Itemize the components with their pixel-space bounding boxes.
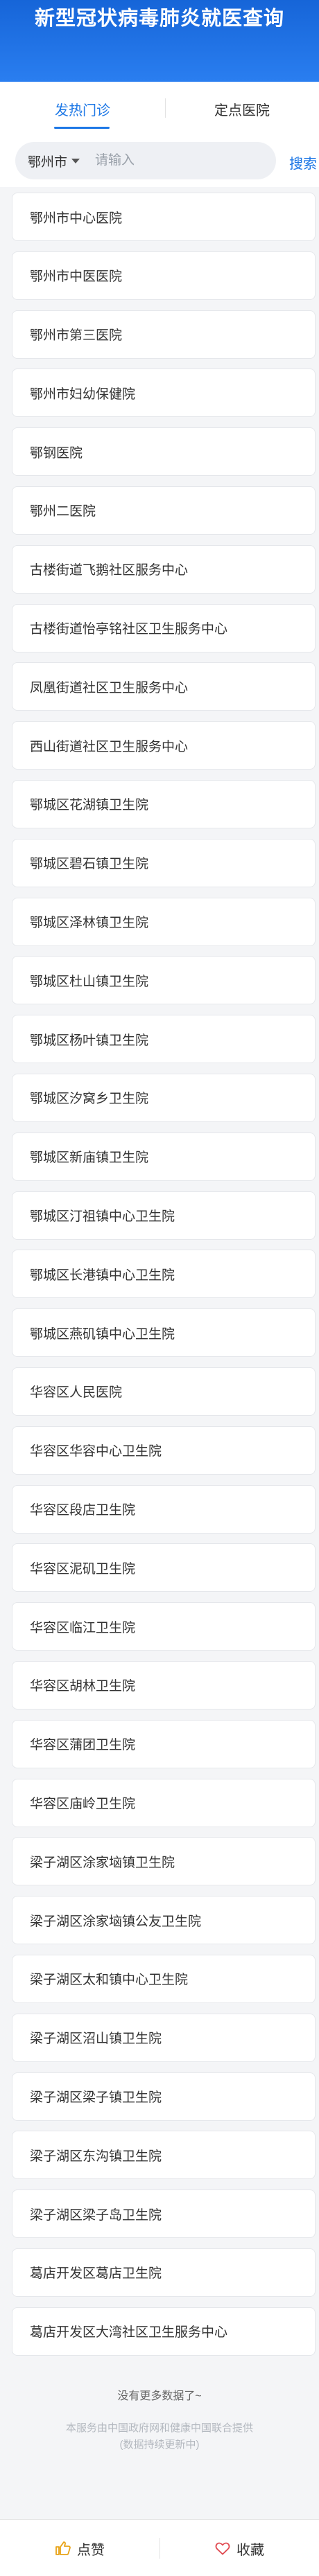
hospital-name: 鄂城区新庙镇卫生院 bbox=[30, 1151, 149, 1166]
thumbs-up-icon bbox=[55, 2541, 71, 2555]
hospital-name: 梁子湖区太和镇中心卫生院 bbox=[30, 1973, 189, 1988]
hospital-list-item[interactable]: 鄂城区燕矶镇中心卫生院 bbox=[12, 1308, 316, 1358]
hospital-name: 华容区蒲团卫生院 bbox=[30, 1738, 136, 1753]
hospital-list-item[interactable]: 鄂州市第三医院 bbox=[12, 310, 316, 359]
chevron-down-icon bbox=[71, 158, 80, 163]
city-selector[interactable]: 鄂州市 bbox=[28, 152, 80, 170]
search-input[interactable] bbox=[95, 153, 234, 168]
active-tab-indicator bbox=[54, 127, 110, 129]
hospital-name: 鄂州市妇幼保健院 bbox=[30, 387, 136, 402]
hospital-name: 葛店开发区大湾社区卫生服务中心 bbox=[30, 2325, 228, 2340]
hospital-list-item[interactable]: 梁子湖区东沟镇卫生院 bbox=[12, 2131, 316, 2180]
hospital-list-item[interactable]: 梁子湖区涂家垴镇卫生院 bbox=[12, 1837, 316, 1886]
hospital-name: 华容区临江卫生院 bbox=[30, 1620, 136, 1635]
hospital-list-item[interactable]: 梁子湖区涂家垴镇公友卫生院 bbox=[12, 1896, 316, 1945]
search-button[interactable]: 搜索 bbox=[289, 152, 317, 172]
hospital-name: 梁子湖区涂家垴镇公友卫生院 bbox=[30, 1914, 202, 1929]
page-header: 新型冠状病毒肺炎就医查询 bbox=[0, 0, 319, 82]
hospital-list-item[interactable]: 葛店开发区葛店卫生院 bbox=[12, 2248, 316, 2297]
update-note: (数据持续更新中) bbox=[119, 2439, 200, 2451]
bottom-bar: 点赞 收藏 bbox=[0, 2519, 319, 2576]
hospital-name: 华容区段店卫生院 bbox=[30, 1503, 136, 1518]
hospital-name: 华容区胡林卫生院 bbox=[30, 1679, 136, 1694]
hospital-name: 鄂州市中心医院 bbox=[30, 211, 123, 226]
hospital-name: 梁子湖区梁子岛卫生院 bbox=[30, 2208, 162, 2223]
hospital-list-item[interactable]: 华容区蒲团卫生院 bbox=[12, 1719, 316, 1768]
hospital-name: 西山街道社区卫生服务中心 bbox=[30, 739, 189, 754]
hospital-list-item[interactable]: 鄂州二医院 bbox=[12, 486, 316, 535]
hospital-list-item[interactable]: 西山街道社区卫生服务中心 bbox=[12, 721, 316, 770]
like-button[interactable]: 点赞 bbox=[0, 2520, 160, 2576]
hospital-list-item[interactable]: 梁子湖区太和镇中心卫生院 bbox=[12, 1954, 316, 2003]
city-label: 鄂州市 bbox=[28, 154, 68, 170]
hospital-name: 鄂城区长港镇中心卫生院 bbox=[30, 1268, 175, 1283]
hospital-name: 鄂城区花湖镇卫生院 bbox=[30, 798, 149, 813]
no-more-text: 没有更多数据了~ bbox=[117, 2390, 202, 2402]
hospital-list-item[interactable]: 华容区临江卫生院 bbox=[12, 1602, 316, 1651]
hospital-list-item[interactable]: 华容区段店卫生院 bbox=[12, 1484, 316, 1534]
favorite-label: 收藏 bbox=[236, 2542, 264, 2558]
search-box: 鄂州市 bbox=[15, 142, 276, 179]
hospital-name: 华容区人民医院 bbox=[30, 1385, 123, 1401]
hospital-list-item[interactable]: 鄂城区杜山镇卫生院 bbox=[12, 956, 316, 1005]
hospital-name: 华容区泥矶卫生院 bbox=[30, 1561, 136, 1576]
hospital-name: 鄂城区杨叶镇卫生院 bbox=[30, 1033, 149, 1048]
hospital-name: 葛店开发区葛店卫生院 bbox=[30, 2266, 162, 2282]
hospital-list-item[interactable]: 凤凰街道社区卫生服务中心 bbox=[12, 662, 316, 711]
hospital-name: 鄂城区汀祖镇中心卫生院 bbox=[30, 1209, 175, 1225]
hospital-name: 鄂州二医院 bbox=[30, 504, 96, 519]
hospital-name: 鄂城区泽林镇卫生院 bbox=[30, 916, 149, 931]
hospital-list-item[interactable]: 鄂城区汀祖镇中心卫生院 bbox=[12, 1191, 316, 1240]
hospital-name: 鄂州市第三医院 bbox=[30, 328, 123, 344]
hospital-name: 梁子湖区东沟镇卫生院 bbox=[30, 2149, 162, 2164]
tab-designated-hospital[interactable]: 定点医院 bbox=[165, 82, 319, 136]
hospital-name: 鄂州市中医医院 bbox=[30, 269, 123, 285]
heart-icon bbox=[215, 2542, 230, 2555]
hospital-list-item[interactable]: 华容区人民医院 bbox=[12, 1367, 316, 1416]
hospital-name: 梁子湖区梁子镇卫生院 bbox=[30, 2090, 162, 2105]
hospital-list-item[interactable]: 华容区胡林卫生院 bbox=[12, 1660, 316, 1709]
page-title: 新型冠状病毒肺炎就医查询 bbox=[34, 8, 284, 30]
hospital-name: 凤凰街道社区卫生服务中心 bbox=[30, 680, 189, 695]
hospital-name: 鄂城区碧石镇卫生院 bbox=[30, 857, 149, 872]
hospital-list-item[interactable]: 鄂州市中心医院 bbox=[12, 193, 316, 241]
source-line: 本服务由中国政府网和健康中国联合提供 bbox=[65, 2422, 253, 2434]
favorite-button[interactable]: 收藏 bbox=[160, 2520, 319, 2576]
hospital-list-item[interactable]: 梁子湖区梁子镇卫生院 bbox=[12, 2072, 316, 2121]
hospital-list-item[interactable]: 鄂城区杨叶镇卫生院 bbox=[12, 1015, 316, 1064]
hospital-list-item[interactable]: 华容区华容中心卫生院 bbox=[12, 1425, 316, 1475]
hospital-list-item[interactable]: 梁子湖区沼山镇卫生院 bbox=[12, 2013, 316, 2062]
hospital-list-item[interactable]: 鄂城区花湖镇卫生院 bbox=[12, 779, 316, 828]
hospital-name: 鄂城区杜山镇卫生院 bbox=[30, 974, 149, 989]
hospital-name: 古楼街道怡亭铭社区卫生服务中心 bbox=[30, 622, 228, 637]
hospital-name: 鄂钢医院 bbox=[30, 445, 83, 461]
hospital-list-item[interactable]: 梁子湖区梁子岛卫生院 bbox=[12, 2189, 316, 2239]
hospital-list-item[interactable]: 鄂州市妇幼保健院 bbox=[12, 368, 316, 418]
hospital-list-item[interactable]: 鄂城区长港镇中心卫生院 bbox=[12, 1250, 316, 1299]
hospital-list-item[interactable]: 鄂城区汐窝乡卫生院 bbox=[12, 1073, 316, 1122]
hospital-name: 古楼街道飞鹅社区服务中心 bbox=[30, 563, 189, 578]
hospital-list-item[interactable]: 古楼街道飞鹅社区服务中心 bbox=[12, 544, 316, 594]
hospital-list-item[interactable]: 鄂州市中医医院 bbox=[12, 251, 316, 300]
hospital-list-item[interactable]: 鄂城区泽林镇卫生院 bbox=[12, 897, 316, 946]
hospital-list-item[interactable]: 华容区泥矶卫生院 bbox=[12, 1543, 316, 1592]
hospital-list: 鄂州市中心医院 鄂州市中医医院 鄂州市第三医院 鄂州市妇幼保健院 鄂钢医院鄂州二医院古楼… bbox=[12, 193, 316, 2365]
source-note: 本服务由中国政府网和健康中国联合提供 (数据持续更新中) bbox=[0, 2420, 319, 2453]
hospital-name: 华容区庙岭卫生院 bbox=[30, 1797, 136, 1812]
hospital-name: 鄂城区燕矶镇中心卫生院 bbox=[30, 1326, 175, 1342]
hospital-list-item[interactable]: 葛店开发区大湾社区卫生服务中心 bbox=[12, 2307, 316, 2356]
hospital-list-item[interactable]: 鄂城区碧石镇卫生院 bbox=[12, 838, 316, 887]
like-label: 点赞 bbox=[77, 2542, 105, 2558]
hospital-name: 鄂城区汐窝乡卫生院 bbox=[30, 1092, 149, 1107]
hospital-name: 梁子湖区涂家垴镇卫生院 bbox=[30, 1855, 175, 1870]
hospital-list-item[interactable]: 鄂钢医院 bbox=[12, 427, 316, 477]
hospital-name: 梁子湖区沼山镇卫生院 bbox=[30, 2032, 162, 2047]
search-bar: 鄂州市 搜索 bbox=[0, 136, 319, 187]
tab-bar: 发热门诊 定点医院 bbox=[0, 82, 319, 136]
hospital-list-item[interactable]: 华容区庙岭卫生院 bbox=[12, 1778, 316, 1827]
hospital-list-item[interactable]: 古楼街道怡亭铭社区卫生服务中心 bbox=[12, 603, 316, 652]
hospital-list-item[interactable]: 鄂城区新庙镇卫生院 bbox=[12, 1132, 316, 1181]
hospital-name: 华容区华容中心卫生院 bbox=[30, 1444, 162, 1459]
